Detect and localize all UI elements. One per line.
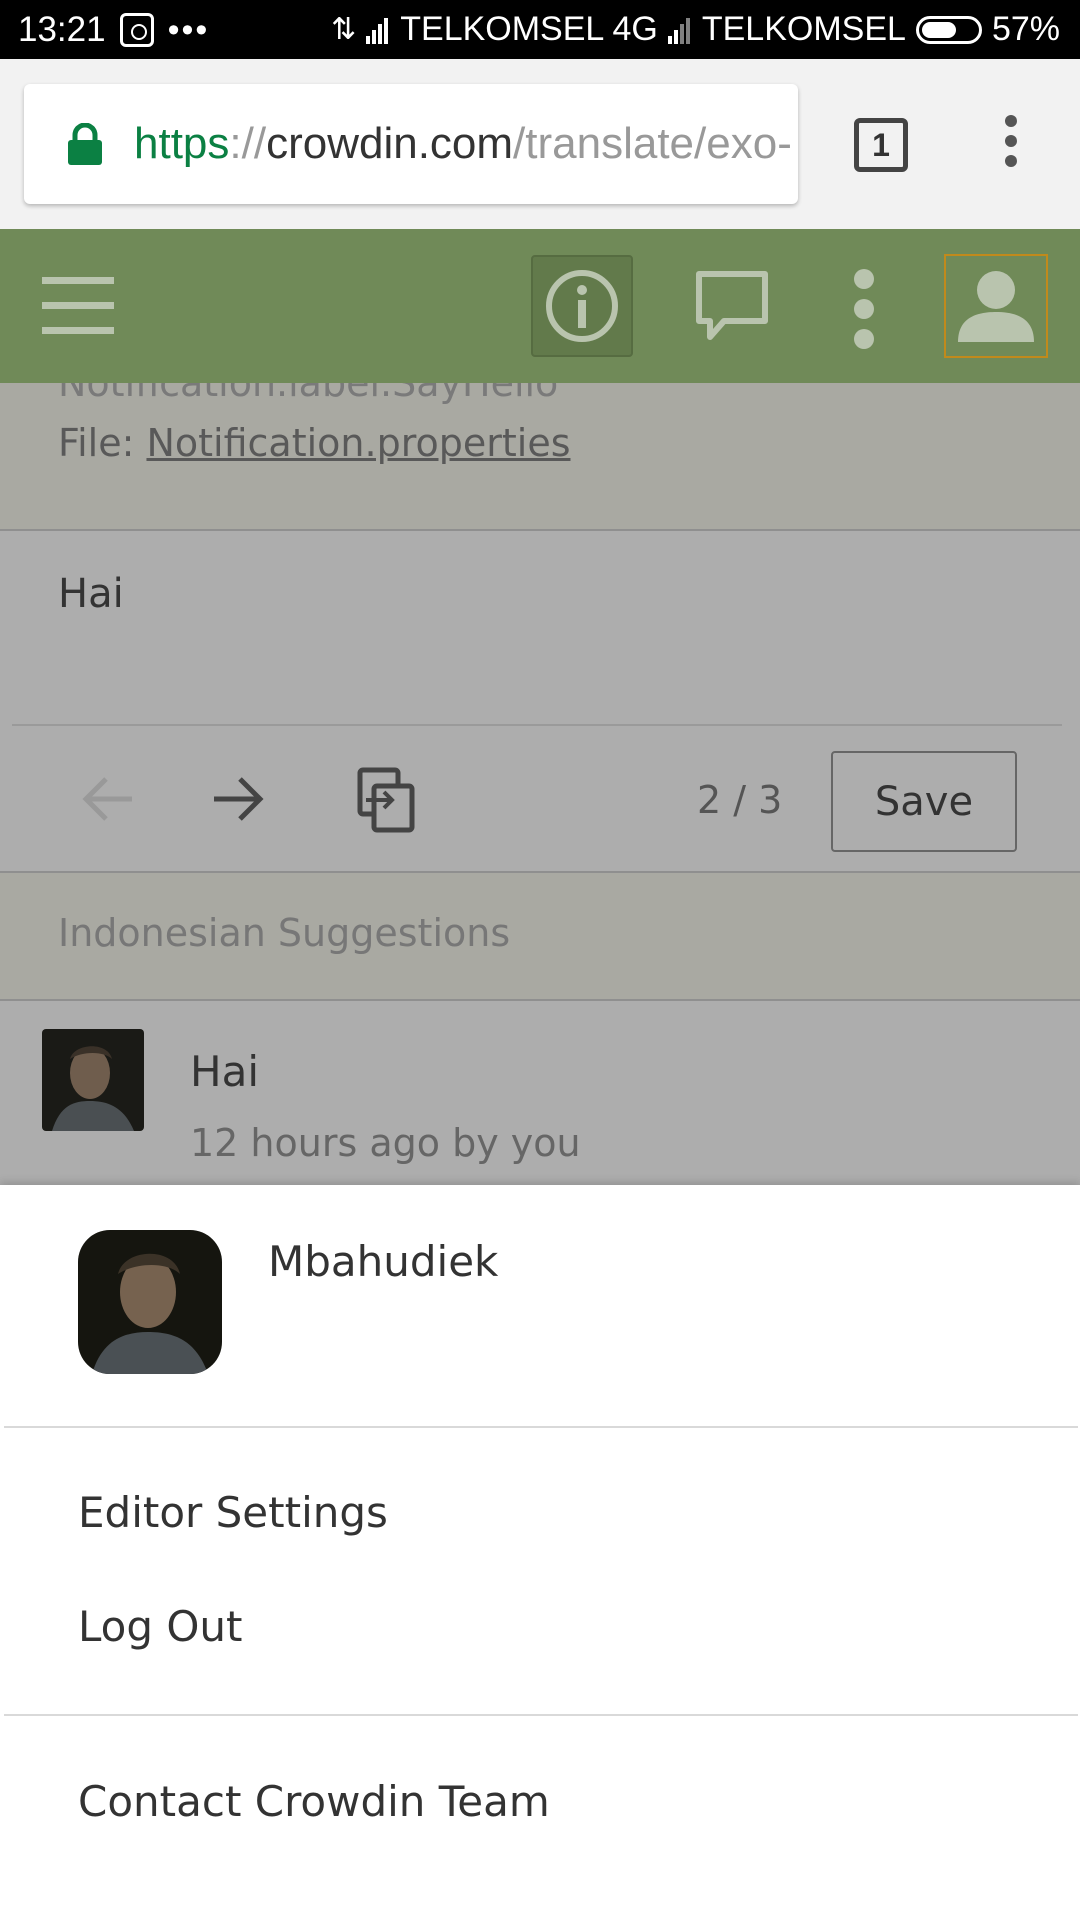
- info-icon: [546, 270, 618, 342]
- status-bar: 13:21 ••• ⇅ TELKOMSEL 4G TELKOMSEL 57%: [0, 0, 1080, 59]
- data-transfer-icon: ⇅: [331, 13, 357, 46]
- comment-icon[interactable]: [694, 269, 770, 345]
- suggestions-title: Indonesian Suggestions: [58, 911, 511, 955]
- divider: [4, 1426, 1078, 1428]
- next-arrow-icon[interactable]: [210, 774, 266, 824]
- string-key: Notification.label.SayHello: [58, 383, 559, 405]
- browser-menu-icon[interactable]: [996, 115, 1026, 175]
- suggestion-text: Hai: [190, 1047, 259, 1096]
- url-text: https://crowdin.com/translate/exo-: [134, 119, 792, 168]
- url-bar[interactable]: https://crowdin.com/translate/exo-: [24, 84, 798, 204]
- more-notifications-icon: •••: [167, 10, 210, 49]
- save-button[interactable]: Save: [831, 751, 1017, 852]
- username: Mbahudiek: [268, 1237, 499, 1286]
- lock-icon: [68, 123, 102, 165]
- app-bar: [0, 229, 1080, 383]
- battery-percent: 57%: [991, 10, 1060, 48]
- suggestion-item[interactable]: Hai 12 hours ago by you: [0, 1003, 1080, 1185]
- tab-switcher-button[interactable]: 1: [854, 118, 908, 172]
- avatar: [78, 1230, 222, 1374]
- file-link[interactable]: Notification.properties: [146, 421, 570, 465]
- menu-item-contact-team[interactable]: Contact Crowdin Team: [78, 1777, 550, 1826]
- copy-source-icon[interactable]: [356, 766, 416, 834]
- menu-icon[interactable]: [42, 277, 114, 334]
- menu-item-editor-settings[interactable]: Editor Settings: [78, 1488, 388, 1537]
- status-time: 13:21: [18, 10, 106, 49]
- suggestions-header: Indonesian Suggestions: [0, 873, 1080, 1001]
- status-right: ⇅ TELKOMSEL 4G TELKOMSEL 57%: [321, 10, 1060, 49]
- more-options-icon[interactable]: [850, 269, 878, 349]
- file-line: File: Notification.properties: [58, 421, 571, 465]
- file-label: File:: [58, 421, 147, 465]
- previous-arrow-icon[interactable]: [80, 774, 136, 824]
- translation-field[interactable]: Hai: [58, 571, 124, 617]
- battery-icon: [915, 15, 982, 44]
- info-button[interactable]: [531, 255, 633, 357]
- page-counter: 2 / 3: [697, 778, 783, 822]
- avatar: [42, 1029, 144, 1131]
- string-meta: Notification.label.SayHello File: Notifi…: [0, 383, 1080, 531]
- menu-item-log-out[interactable]: Log Out: [78, 1602, 243, 1651]
- status-left: 13:21 •••: [18, 10, 209, 50]
- user-account-button[interactable]: [944, 254, 1048, 358]
- signal-2-icon: [667, 16, 692, 44]
- user-menu-sheet: Mbahudiek Editor Settings Log Out Contac…: [0, 1185, 1080, 1920]
- editor-content: Notification.label.SayHello File: Notifi…: [0, 383, 1080, 1185]
- carrier-1-label: TELKOMSEL 4G: [400, 10, 658, 48]
- signal-icon: [366, 16, 390, 44]
- suggestion-meta: 12 hours ago by you: [190, 1121, 581, 1165]
- editor-toolbar: 2 / 3 Save: [0, 726, 1080, 871]
- carrier-2-label: TELKOMSEL: [701, 10, 906, 48]
- divider: [4, 1714, 1078, 1716]
- browser-toolbar: https://crowdin.com/translate/exo- 1: [0, 59, 1080, 229]
- person-icon: [958, 271, 1034, 342]
- notification-app-icon: [119, 13, 154, 47]
